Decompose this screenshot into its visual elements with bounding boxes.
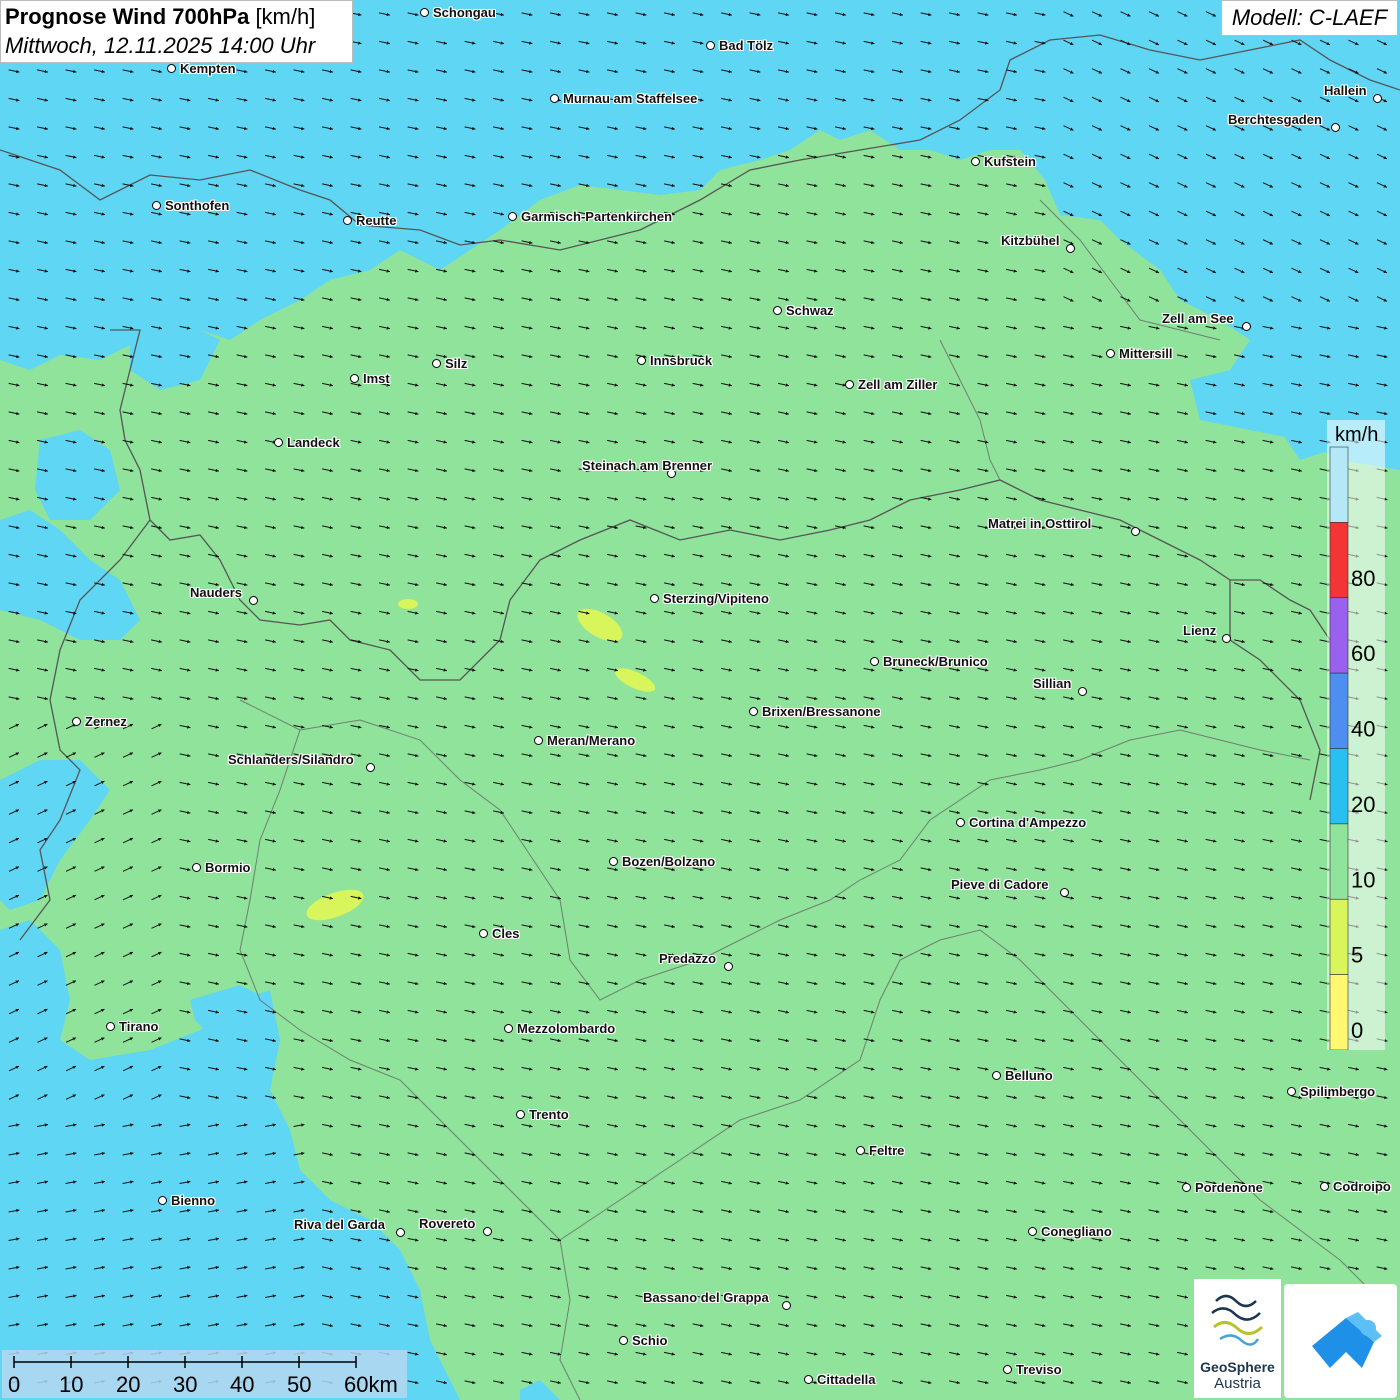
city-marker-icon <box>167 64 176 73</box>
city-marker-icon <box>971 157 980 166</box>
city-marker-icon <box>1131 527 1140 536</box>
map-viewport[interactable]: Prognose Wind 700hPa [km/h] Mittwoch, 12… <box>0 0 1400 1400</box>
city-marker-icon <box>432 359 441 368</box>
city-label: Brixen/Bressanone <box>762 704 881 719</box>
city-marker-icon <box>550 94 559 103</box>
city-label: Kitzbühel <box>1001 233 1060 248</box>
city-marker-icon <box>1060 888 1069 897</box>
city-label: Garmisch-Partenkirchen <box>521 209 673 224</box>
city-label: Imst <box>363 371 390 386</box>
map-title-unit: [km/h] <box>255 4 316 29</box>
city-marker-icon <box>534 736 543 745</box>
city-marker-icon <box>420 8 429 17</box>
city-marker-icon <box>637 356 646 365</box>
city-label: Innsbruck <box>650 353 713 368</box>
city-label: Steinach am Brenner <box>582 458 713 473</box>
map-title: Prognose Wind 700hPa [km/h] <box>5 4 348 30</box>
city-marker-icon <box>249 596 258 605</box>
city-label: Sonthofen <box>165 198 230 213</box>
city-label: Landeck <box>287 435 340 450</box>
city-label: Hallein <box>1324 83 1367 98</box>
city-label: Reutte <box>356 213 397 228</box>
city-marker-icon <box>706 41 715 50</box>
city-marker-icon <box>1106 349 1115 358</box>
city-label: Zernez <box>85 714 127 729</box>
city-marker-icon <box>508 212 517 221</box>
map-title-main: Prognose Wind 700hPa <box>5 4 250 29</box>
city-marker-icon <box>956 818 965 827</box>
city-marker-icon <box>192 863 201 872</box>
city-label: Mittersill <box>1119 346 1173 361</box>
city-label: Sillian <box>1033 676 1072 691</box>
city-marker-icon <box>1242 322 1251 331</box>
city-marker-icon <box>343 216 352 225</box>
city-label: Silz <box>445 356 468 371</box>
city-marker-icon <box>1078 687 1087 696</box>
city-label: Matrei in Osttirol <box>988 516 1092 531</box>
city-label: Bormio <box>205 860 251 875</box>
wind-calm-patch <box>398 599 418 609</box>
city-marker-icon <box>650 594 659 603</box>
city-label: Cortina d'Ampezzo <box>969 815 1087 830</box>
city-marker-icon <box>72 717 81 726</box>
city-label: Nauders <box>190 585 243 600</box>
city-label: Berchtesgaden <box>1228 112 1322 127</box>
forecast-datetime: Mittwoch, 12.11.2025 14:00 Uhr <box>5 33 316 58</box>
city-label: Lienz <box>1183 623 1217 638</box>
city-label: Murnau am Staffelsee <box>563 91 698 106</box>
city-marker-icon <box>366 763 375 772</box>
city-marker-icon <box>350 374 359 383</box>
city-label: Bad Tölz <box>719 38 774 53</box>
city-marker-icon <box>1331 123 1340 132</box>
title-panel: Prognose Wind 700hPa [km/h] Mittwoch, 12… <box>0 0 353 63</box>
city-marker-icon <box>1222 634 1231 643</box>
city-marker-icon <box>870 657 879 666</box>
city-label: Schongau <box>433 5 496 20</box>
city-label: Bozen/Bolzano <box>622 854 716 869</box>
city-label: Zell am See <box>1162 311 1234 326</box>
city-marker-icon <box>845 380 854 389</box>
city-marker-icon <box>274 438 283 447</box>
city-label: Meran/Merano <box>547 733 636 748</box>
city-marker-icon <box>749 707 758 716</box>
city-marker-icon <box>1066 244 1075 253</box>
model-label: Modell: C-LAEF <box>1221 0 1398 36</box>
city-marker-icon <box>152 201 161 210</box>
city-label: Kufstein <box>984 154 1036 169</box>
city-label: Kempten <box>180 61 236 76</box>
city-label: Schlanders/Silandro <box>228 752 354 767</box>
city-marker-icon <box>1373 94 1382 103</box>
city-label: Schwaz <box>786 303 834 318</box>
city-label: Sterzing/Vipiteno <box>663 591 769 606</box>
city-marker-icon <box>773 306 782 315</box>
city-label: Bruneck/Brunico <box>883 654 988 669</box>
city-label: Zell am Ziller <box>858 377 938 392</box>
city-marker-icon <box>609 857 618 866</box>
